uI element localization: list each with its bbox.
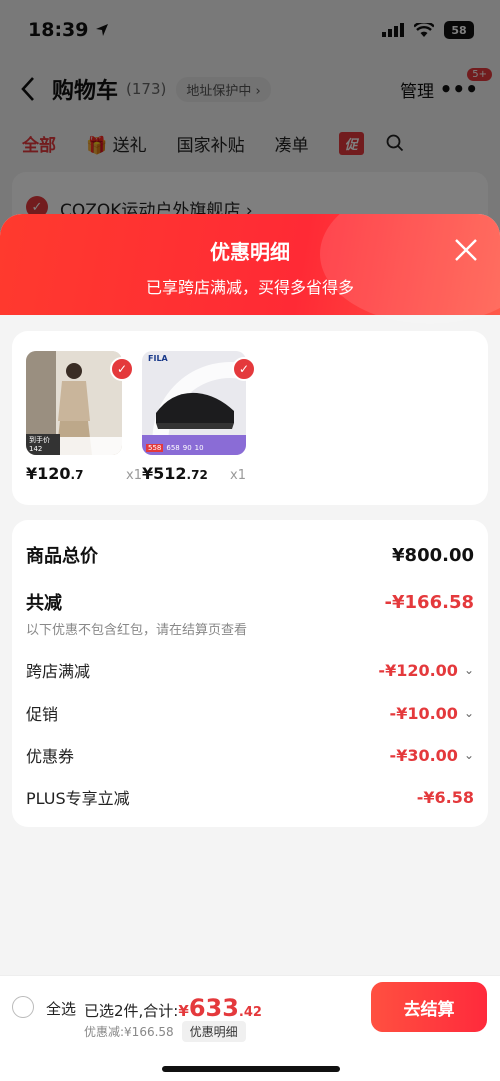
price-integer: 120 xyxy=(37,464,71,483)
select-all-checkbox[interactable] xyxy=(12,996,34,1018)
sheet-subtitle: 已享跨店满减，买得多省得多 xyxy=(145,278,354,297)
discount-item-row: PLUS专享立减 -¥6.58 xyxy=(26,785,474,809)
price-decimal: .72 xyxy=(186,468,208,482)
price-badge-label: 到手价 xyxy=(29,436,50,445)
discount-item-value: -¥10.00 ⌄ xyxy=(390,704,474,723)
product-thumbnail: FILA 558 658 90 10 xyxy=(142,351,246,455)
chevron-down-icon[interactable]: ⌄ xyxy=(464,663,474,677)
currency-symbol: ¥ xyxy=(178,1002,189,1020)
discount-item-row[interactable]: 促销 -¥10.00 ⌄ xyxy=(26,701,474,725)
price-badge-value: 142 xyxy=(29,444,43,453)
discount-note: 以下优惠不包含红包，请在结算页查看 xyxy=(26,623,248,638)
discount-amount: -¥10.00 xyxy=(389,703,458,723)
product-qty: x1 xyxy=(230,468,246,483)
selected-summary: 已选2件,合计: ¥633.42 xyxy=(84,994,262,1022)
tag-value: 90 xyxy=(182,444,192,452)
discount-amount-text: 优惠减:¥166.58 xyxy=(84,1025,174,1039)
price-badge: 到手价 142 xyxy=(26,434,60,455)
product-checked-icon[interactable]: ✓ xyxy=(232,357,256,381)
currency-symbol: ¥ xyxy=(142,464,154,483)
checkout-button[interactable]: 去结算 xyxy=(371,982,487,1032)
product-price: ¥512.72 xyxy=(142,464,208,483)
price-decimal: .7 xyxy=(70,468,84,482)
discount-amount: -¥30.00 xyxy=(389,745,458,765)
total-decimal: .42 xyxy=(238,1005,262,1020)
discount-item-label: 优惠券 xyxy=(26,747,75,766)
product-thumbnail: 到手价 142 xyxy=(26,351,122,455)
selected-products-card: 到手价 142 ✓ ¥120.7 x1 FILA 558 658 90 10 ✓… xyxy=(12,331,488,505)
product-price-row: ¥512.72 x1 xyxy=(142,464,246,483)
checkout-bar: 全选 已选2件,合计: ¥633.42 优惠减:¥166.58 优惠明细 去结算 xyxy=(0,975,500,1081)
discount-amount: -¥6.58 xyxy=(416,787,474,807)
selected-count: 已选2件,合计: xyxy=(84,1002,179,1020)
product-item[interactable]: FILA 558 658 90 10 ✓ ¥512.72 x1 xyxy=(142,351,256,483)
product-checked-icon[interactable]: ✓ xyxy=(110,357,134,381)
brand-logo: FILA xyxy=(148,354,168,363)
chevron-down-icon[interactable]: ⌄ xyxy=(464,748,474,762)
price-detail-card: 商品总价 ¥800.00 共减 -¥166.58 以下优惠不包含红包，请在结算页… xyxy=(12,520,488,827)
discount-summary: 优惠减:¥166.58 优惠明细 xyxy=(84,1021,246,1042)
discount-detail-link[interactable]: 优惠明细 xyxy=(181,1021,246,1042)
discount-item-label: 促销 xyxy=(26,705,59,724)
tag-value: 558 xyxy=(146,444,164,452)
tag-value: 10 xyxy=(194,444,204,452)
discount-detail-sheet: 优惠明细 已享跨店满减，买得多省得多 到手价 142 ✓ ¥120.7 x1 F… xyxy=(0,214,500,1081)
currency-symbol: ¥ xyxy=(26,464,38,483)
sheet-header: 优惠明细 已享跨店满减，买得多省得多 xyxy=(0,214,500,324)
price-integer: 512 xyxy=(153,464,187,483)
subtotal-label: 商品总价 xyxy=(26,546,98,567)
total-discount-label: 共减 xyxy=(26,593,62,614)
select-all-label[interactable]: 全选 xyxy=(46,998,76,1019)
discount-item-value: -¥30.00 ⌄ xyxy=(390,746,474,765)
total-discount-value: -¥166.58 xyxy=(384,591,474,613)
product-item[interactable]: 到手价 142 ✓ ¥120.7 x1 xyxy=(26,351,142,483)
product-price-row: ¥120.7 x1 xyxy=(26,464,142,483)
product-price: ¥120.7 xyxy=(26,464,83,483)
total-integer: 633 xyxy=(188,994,239,1022)
discount-item-label: 跨店满减 xyxy=(26,662,91,681)
sheet-title: 优惠明细 xyxy=(210,240,290,264)
discount-item-value: -¥120.00 ⌄ xyxy=(378,661,474,680)
chevron-down-icon[interactable]: ⌄ xyxy=(464,706,474,720)
discount-item-value: -¥6.58 xyxy=(417,788,474,807)
discount-item-label: PLUS专享立减 xyxy=(26,789,130,808)
discount-amount: -¥120.00 xyxy=(378,660,458,680)
shoe-photo xyxy=(142,351,246,455)
product-qty: x1 xyxy=(126,468,142,483)
total-amount: ¥633.42 xyxy=(178,994,262,1022)
discount-item-row[interactable]: 跨店满减 -¥120.00 ⌄ xyxy=(26,658,474,682)
close-icon[interactable] xyxy=(450,234,482,266)
home-indicator xyxy=(162,1066,340,1072)
subtotal-value: ¥800.00 xyxy=(392,544,474,566)
discount-item-row[interactable]: 优惠券 -¥30.00 ⌄ xyxy=(26,743,474,767)
shoe-price-tags: 558 658 90 10 xyxy=(146,444,204,452)
total-discount-row: 共减 -¥166.58 xyxy=(26,589,474,615)
tag-value: 658 xyxy=(166,444,180,452)
subtotal-row: 商品总价 ¥800.00 xyxy=(26,542,474,568)
